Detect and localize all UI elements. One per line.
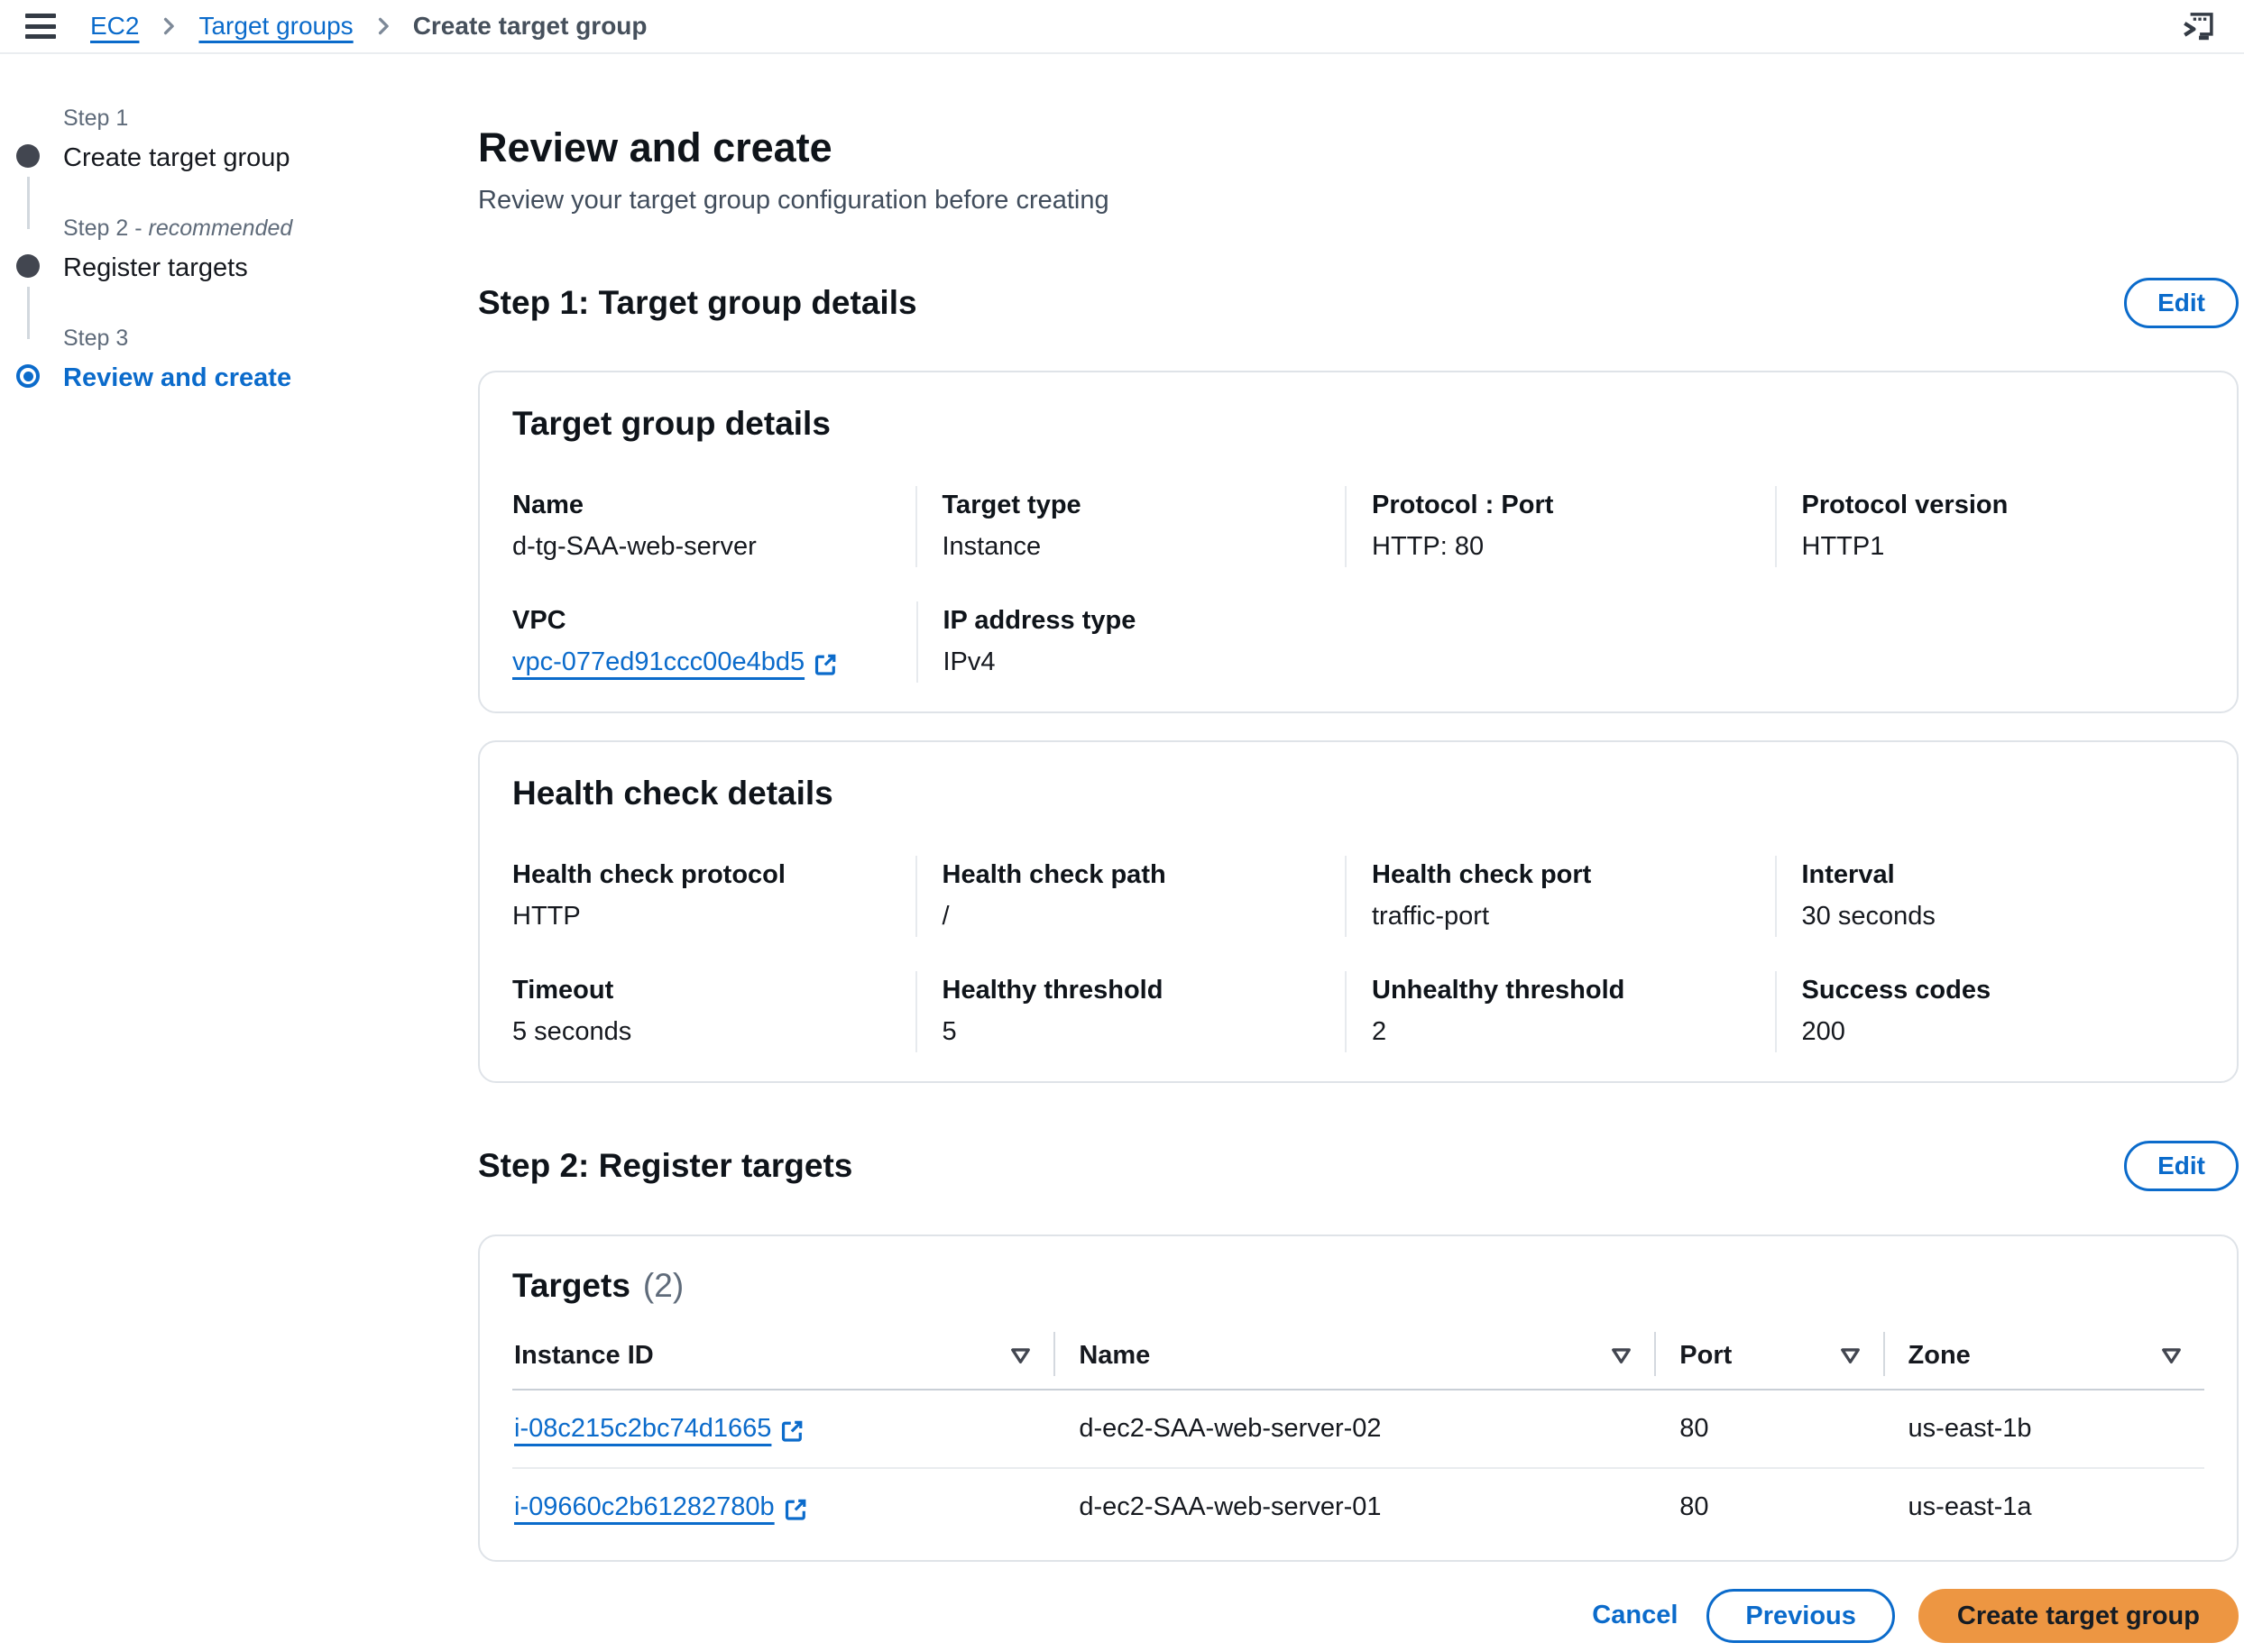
field-timeout: Timeout 5 seconds — [512, 971, 915, 1052]
instance-id-link[interactable]: i-09660c2b61282780b — [514, 1492, 808, 1522]
targets-title-row: Targets (2) — [512, 1267, 2204, 1305]
step-circle-icon — [16, 254, 40, 278]
step-title-create-target-group[interactable]: Create target group — [63, 142, 413, 173]
field-row: Health check protocol HTTP Health check … — [512, 856, 2204, 937]
section-heading-step1: Step 1: Target group details — [478, 284, 917, 322]
step-title-register-targets[interactable]: Register targets — [63, 252, 413, 283]
empty-cell — [1776, 601, 2205, 683]
cancel-button[interactable]: Cancel — [1586, 1592, 1683, 1639]
vpc-link[interactable]: vpc-077ed91ccc00e4bd5 — [512, 647, 838, 677]
targets-table: Instance ID Name — [512, 1328, 2204, 1546]
create-target-group-button[interactable]: Create target group — [1918, 1589, 2239, 1643]
edit-step1-button[interactable]: Edit — [2124, 278, 2239, 328]
zone-cell: us-east-1b — [1883, 1390, 2204, 1468]
table-row: i-09660c2b61282780b d-ec2-SAA-web-server… — [512, 1468, 2204, 1546]
field-target-type: Target type Instance — [915, 486, 1346, 567]
target-group-details-card: Target group details Name d-tg-SAA-web-s… — [478, 371, 2239, 713]
card-title-target-group-details: Target group details — [512, 405, 2204, 443]
breadcrumb-target-groups[interactable]: Target groups — [198, 12, 353, 41]
top-navigation-bar: EC2 Target groups Create target group — [0, 0, 2244, 54]
field-name: Name d-tg-SAA-web-server — [512, 486, 915, 567]
filter-triangle-icon[interactable] — [1009, 1345, 1032, 1367]
step-title-review-and-create: Review and create — [63, 363, 413, 393]
field-protocol-version: Protocol version HTTP1 — [1775, 486, 2205, 567]
targets-card-title: Targets — [512, 1267, 630, 1305]
page-title: Review and create — [478, 124, 2239, 171]
field-success-codes: Success codes 200 — [1775, 971, 2205, 1052]
instance-id-link[interactable]: i-08c215c2bc74d1665 — [514, 1414, 805, 1444]
external-link-icon — [784, 1497, 808, 1521]
section-header-step2: Step 2: Register targets Edit — [478, 1119, 2239, 1212]
field-health-check-port: Health check port traffic-port — [1345, 856, 1775, 937]
zone-cell: us-east-1a — [1883, 1468, 2204, 1546]
targets-count-badge: (2) — [643, 1267, 684, 1305]
field-ip-address-type: IP address type IPv4 — [916, 601, 1347, 683]
chevron-right-icon — [159, 16, 179, 36]
column-header-name: Name — [1053, 1328, 1654, 1390]
step-recommended-note: recommended — [149, 216, 293, 241]
hamburger-menu-icon[interactable] — [25, 14, 56, 39]
card-title-health-check-details: Health check details — [512, 775, 2204, 812]
filter-triangle-icon[interactable] — [2160, 1345, 2183, 1367]
table-row: i-08c215c2bc74d1665 d-ec2-SAA-web-server… — [512, 1390, 2204, 1468]
step-number-label: Step 2 - recommended — [63, 215, 413, 242]
column-header-instance-id: Instance ID — [512, 1328, 1053, 1390]
page-subtitle: Review your target group configuration b… — [478, 184, 2239, 216]
field-row: VPC vpc-077ed91ccc00e4bd5 IP address typ… — [512, 601, 2204, 683]
breadcrumb-ec2[interactable]: EC2 — [90, 12, 139, 41]
wizard-step-3-active: Step 3 Review and create — [16, 325, 413, 393]
wizard-steps-nav: Step 1 Create target group Step 2 - reco… — [16, 105, 413, 435]
previous-button[interactable]: Previous — [1706, 1589, 1895, 1643]
field-health-check-protocol: Health check protocol HTTP — [512, 856, 915, 937]
field-health-check-path: Health check path / — [915, 856, 1346, 937]
empty-cell — [1347, 601, 1776, 683]
cloudshell-icon[interactable] — [2179, 7, 2217, 45]
column-header-port: Port — [1654, 1328, 1882, 1390]
footer-actions: Cancel Previous Create target group — [478, 1589, 2239, 1652]
step-circle-icon — [16, 144, 40, 168]
main-content: Review and create Review your target gro… — [478, 97, 2239, 1652]
field-protocol-port: Protocol : Port HTTP: 80 — [1345, 486, 1775, 567]
section-heading-step2: Step 2: Register targets — [478, 1147, 852, 1185]
chevron-right-icon — [373, 16, 393, 36]
port-cell: 80 — [1654, 1468, 1882, 1546]
health-check-details-card: Health check details Health check protoc… — [478, 740, 2239, 1083]
step-number-label: Step 3 — [63, 325, 413, 352]
field-row: Timeout 5 seconds Healthy threshold 5 Un… — [512, 971, 2204, 1052]
breadcrumb: EC2 Target groups Create target group — [90, 12, 648, 41]
field-vpc: VPC vpc-077ed91ccc00e4bd5 — [512, 601, 916, 683]
step-number-label: Step 1 — [63, 105, 413, 132]
instance-name-cell: d-ec2-SAA-web-server-02 — [1053, 1390, 1654, 1468]
filter-triangle-icon[interactable] — [1839, 1345, 1862, 1367]
table-header-row: Instance ID Name — [512, 1328, 2204, 1390]
external-link-icon — [780, 1418, 805, 1443]
field-unhealthy-threshold: Unhealthy threshold 2 — [1345, 971, 1775, 1052]
wizard-step-1: Step 1 Create target group — [16, 105, 413, 173]
field-healthy-threshold: Healthy threshold 5 — [915, 971, 1346, 1052]
column-header-zone: Zone — [1883, 1328, 2204, 1390]
step-circle-active-icon — [16, 364, 40, 388]
field-interval: Interval 30 seconds — [1775, 856, 2205, 937]
wizard-step-2: Step 2 - recommended Register targets — [16, 215, 413, 283]
field-row: Name d-tg-SAA-web-server Target type Ins… — [512, 486, 2204, 567]
breadcrumb-current-page: Create target group — [413, 12, 648, 41]
external-link-icon — [814, 652, 838, 676]
section-header-step1: Step 1: Target group details Edit — [478, 256, 2239, 349]
targets-card: Targets (2) Instance ID — [478, 1234, 2239, 1562]
edit-step2-button[interactable]: Edit — [2124, 1141, 2239, 1191]
filter-triangle-icon[interactable] — [1610, 1345, 1632, 1367]
port-cell: 80 — [1654, 1390, 1882, 1468]
instance-name-cell: d-ec2-SAA-web-server-01 — [1053, 1468, 1654, 1546]
